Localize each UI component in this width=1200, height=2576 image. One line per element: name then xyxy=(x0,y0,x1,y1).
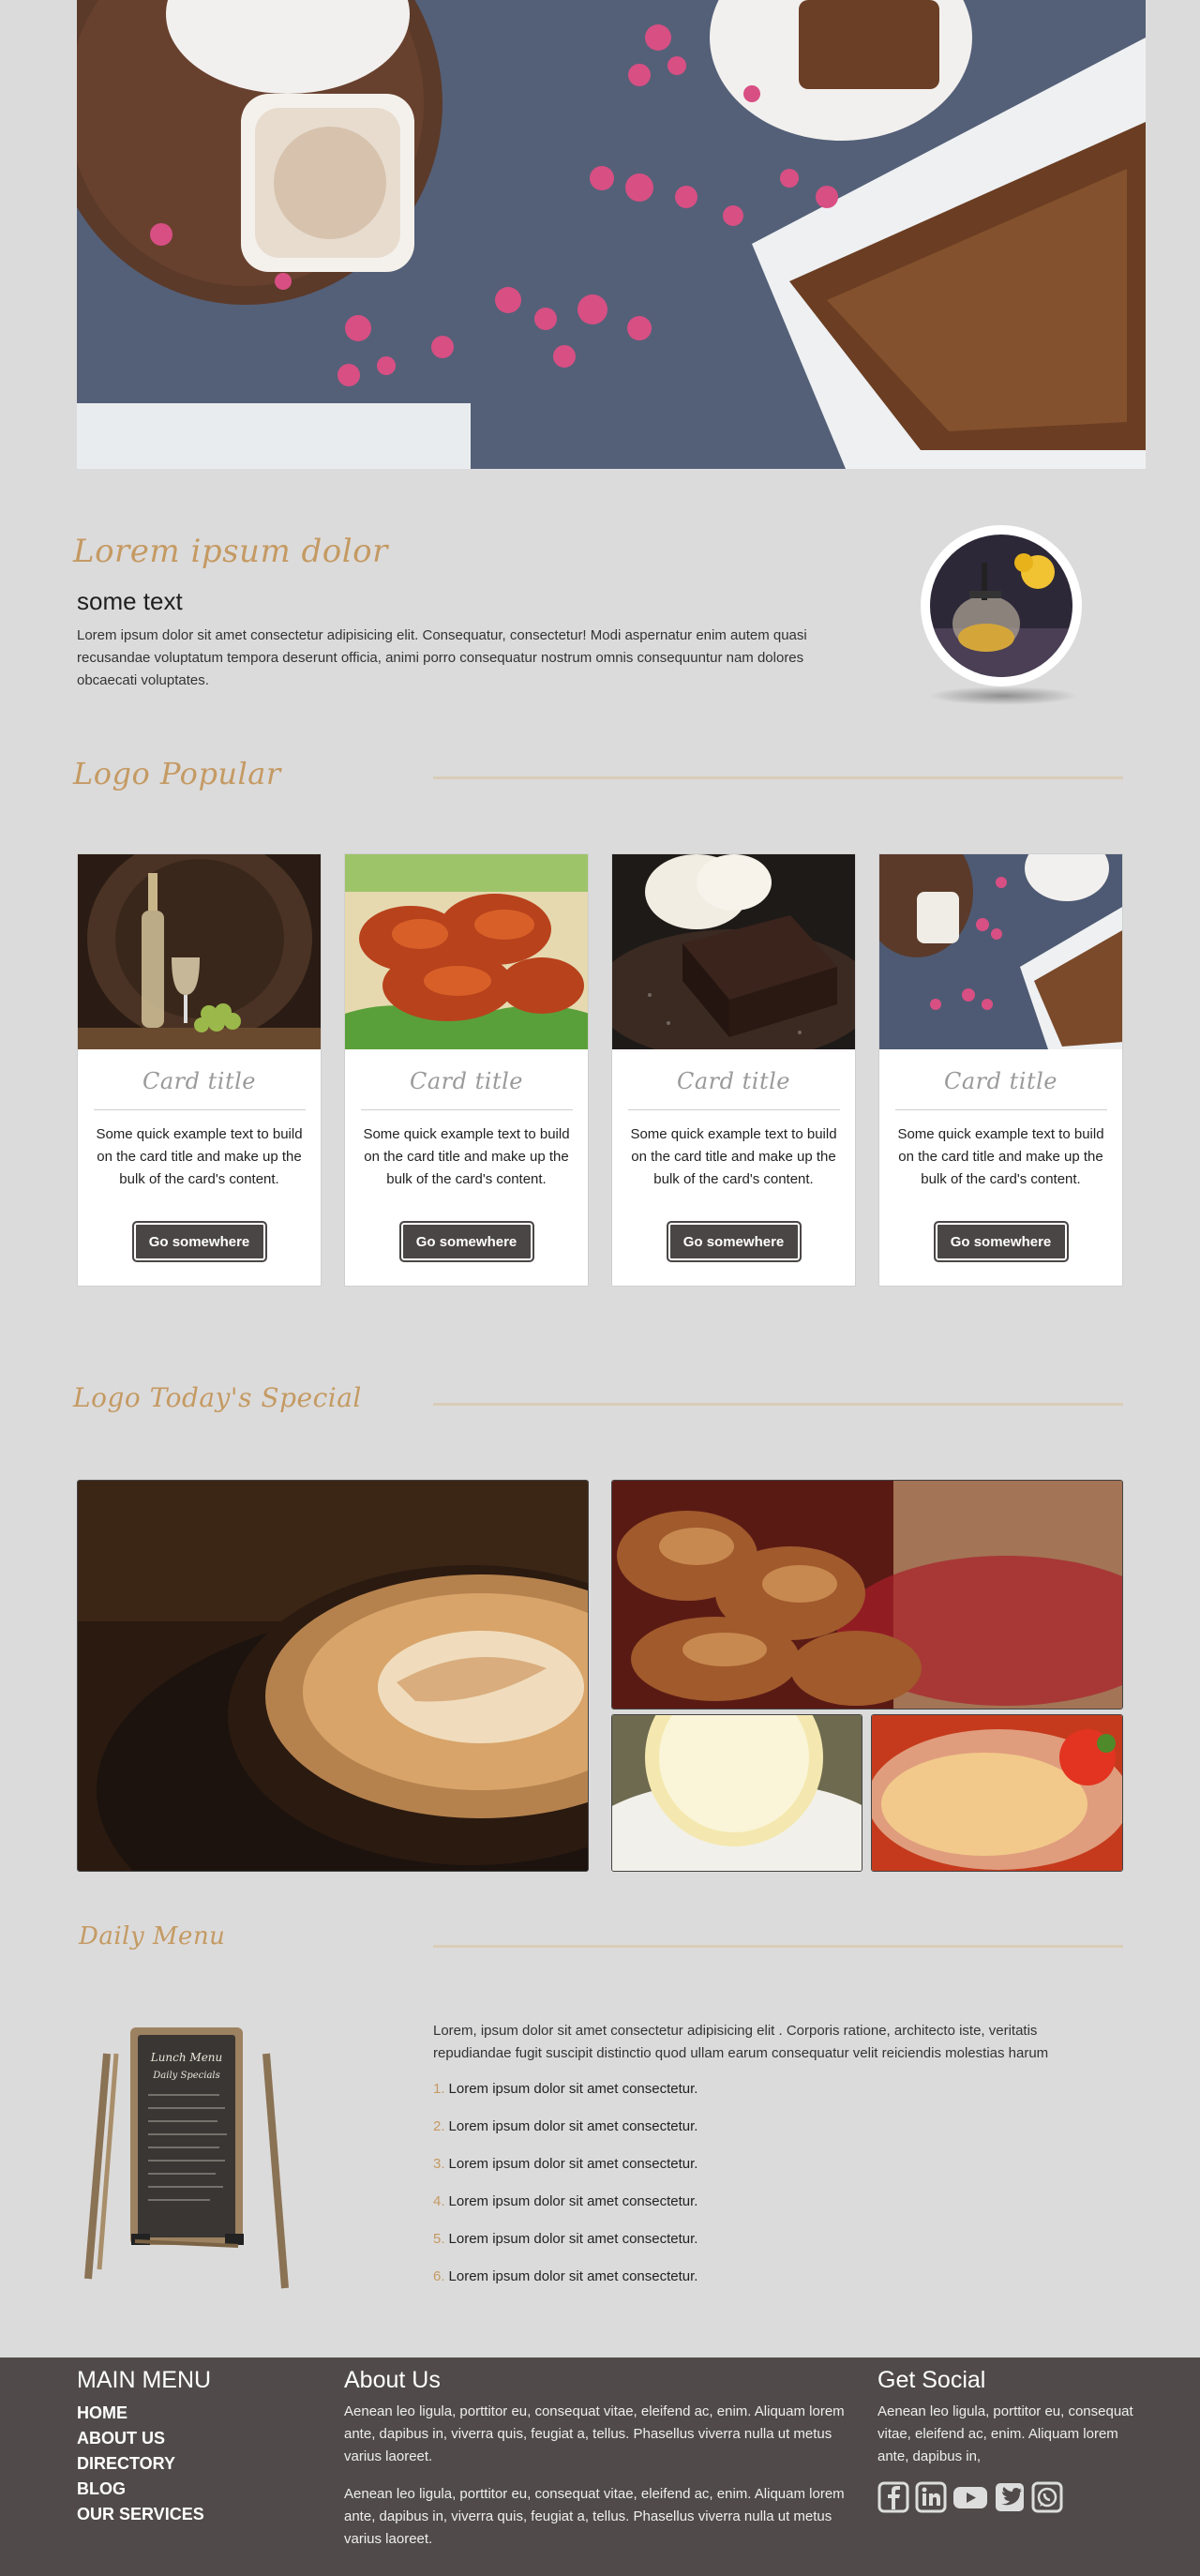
footer-link-blog[interactable]: BLOG xyxy=(77,2477,204,2502)
facebook-icon[interactable] xyxy=(878,2481,909,2513)
list-item: 1. Lorem ipsum dolor sit amet consectetur… xyxy=(433,2078,698,2116)
card-wings: Card title Some quick example text to bu… xyxy=(344,853,589,1287)
card-image-table xyxy=(879,854,1122,1049)
footer-about-text-1: Aenean leo ligula, porttitor eu, consequ… xyxy=(344,2403,845,2464)
social-icons xyxy=(878,2481,1063,2513)
list-text: Lorem ipsum dolor sit amet consectetur. xyxy=(448,2118,698,2134)
gallery-lemon xyxy=(611,1714,862,1872)
list-number: 1. xyxy=(433,2081,445,2097)
card-brownie: Card title Some quick example text to bu… xyxy=(611,853,856,1287)
footer-social-text: Aenean leo ligula, porttitor eu, consequ… xyxy=(878,2403,1133,2464)
gallery-pasta xyxy=(871,1714,1123,1872)
daily-menu-title: Daily Menu xyxy=(79,1922,226,1951)
avatar-shadow xyxy=(928,686,1078,705)
list-item: 5. Lorem ipsum dolor sit amet consectetur… xyxy=(433,2228,698,2266)
daily-menu-intro: Lorem, ipsum dolor sit amet consectetur … xyxy=(433,2023,1049,2061)
card-title: Card title xyxy=(944,1068,1058,1094)
card-image-brownie xyxy=(612,854,855,1049)
footer: MAIN MENU HOME ABOUT US DIRECTORY BLOG O… xyxy=(0,2358,1200,2576)
list-item: 2. Lorem ipsum dolor sit amet consectetur… xyxy=(433,2116,698,2153)
footer-link-our-services[interactable]: OUR SERVICES xyxy=(77,2502,204,2527)
card-table: Card title Some quick example text to bu… xyxy=(878,853,1123,1287)
gallery-cookies xyxy=(611,1480,1123,1710)
board-line-2: Daily Specials xyxy=(152,2071,219,2081)
card-divider xyxy=(360,1109,573,1110)
list-number: 4. xyxy=(433,2193,445,2209)
special-title: Logo Today's Special xyxy=(73,1382,362,1413)
footer-menu-title: MAIN MENU xyxy=(77,2367,212,2393)
list-item: 6. Lorem ipsum dolor sit amet consectetur… xyxy=(433,2266,698,2303)
go-somewhere-button[interactable]: Go somewhere xyxy=(666,1221,802,1262)
go-somewhere-button[interactable]: Go somewhere xyxy=(398,1221,534,1262)
intro-text: Lorem ipsum dolor sit amet consectetur a… xyxy=(77,627,807,688)
teapot-avatar xyxy=(921,525,1082,686)
list-text: Lorem ipsum dolor sit amet consectetur. xyxy=(448,2231,698,2247)
list-text: Lorem ipsum dolor sit amet consectetur. xyxy=(448,2156,698,2172)
card-image-wine xyxy=(78,854,321,1049)
footer-link-about-us[interactable]: ABOUT US xyxy=(77,2426,204,2451)
whatsapp-icon[interactable] xyxy=(1031,2481,1063,2513)
linkedin-icon[interactable] xyxy=(915,2481,947,2513)
list-item: 4. Lorem ipsum dolor sit amet consectetur… xyxy=(433,2191,698,2228)
list-number: 5. xyxy=(433,2231,445,2247)
list-number: 3. xyxy=(433,2156,445,2172)
gallery-latte xyxy=(77,1480,589,1872)
popular-title: Logo Popular xyxy=(73,756,281,791)
chalkboard-image: Lunch Menu Daily Specials xyxy=(79,2016,289,2297)
special-divider xyxy=(433,1403,1123,1406)
card-text: Some quick example text to build on the … xyxy=(363,1126,570,1187)
footer-about-text-2: Aenean leo ligula, porttitor eu, consequ… xyxy=(344,2486,845,2547)
card-divider xyxy=(93,1109,306,1110)
youtube-icon[interactable] xyxy=(952,2481,988,2513)
card-wine: Card title Some quick example text to bu… xyxy=(77,853,322,1287)
footer-link-directory[interactable]: DIRECTORY xyxy=(77,2451,204,2477)
board-line-1: Lunch Menu xyxy=(150,2051,223,2064)
intro-title: Lorem ipsum dolor xyxy=(73,533,388,570)
footer-social-title: Get Social xyxy=(878,2367,986,2393)
go-somewhere-button[interactable]: Go somewhere xyxy=(131,1221,267,1262)
card-text: Some quick example text to build on the … xyxy=(897,1126,1104,1187)
card-title: Card title xyxy=(677,1068,790,1094)
go-somewhere-button[interactable]: Go somewhere xyxy=(933,1221,1069,1262)
card-text: Some quick example text to build on the … xyxy=(630,1126,837,1187)
list-text: Lorem ipsum dolor sit amet consectetur. xyxy=(448,2081,698,2097)
footer-link-home[interactable]: HOME xyxy=(77,2401,204,2426)
intro-subtitle: some text xyxy=(77,587,183,615)
list-item: 3. Lorem ipsum dolor sit amet consectetur… xyxy=(433,2153,698,2191)
footer-about-title: About Us xyxy=(344,2367,441,2393)
list-number: 6. xyxy=(433,2268,445,2284)
list-text: Lorem ipsum dolor sit amet consectetur. xyxy=(448,2268,698,2284)
twitter-icon[interactable] xyxy=(994,2481,1026,2513)
card-divider xyxy=(894,1109,1107,1110)
popular-divider xyxy=(433,776,1123,779)
list-number: 2. xyxy=(433,2118,445,2134)
hero-image xyxy=(77,0,1146,469)
daily-divider xyxy=(433,1945,1123,1948)
card-divider xyxy=(627,1109,840,1110)
card-title: Card title xyxy=(410,1068,523,1094)
footer-nav: HOME ABOUT US DIRECTORY BLOG OUR SERVICE… xyxy=(77,2401,204,2527)
list-text: Lorem ipsum dolor sit amet consectetur. xyxy=(448,2193,698,2209)
card-image-wings xyxy=(345,854,588,1049)
card-title: Card title xyxy=(142,1068,256,1094)
card-text: Some quick example text to build on the … xyxy=(96,1126,303,1187)
daily-menu-list: 1. Lorem ipsum dolor sit amet consectetur… xyxy=(433,2078,698,2303)
